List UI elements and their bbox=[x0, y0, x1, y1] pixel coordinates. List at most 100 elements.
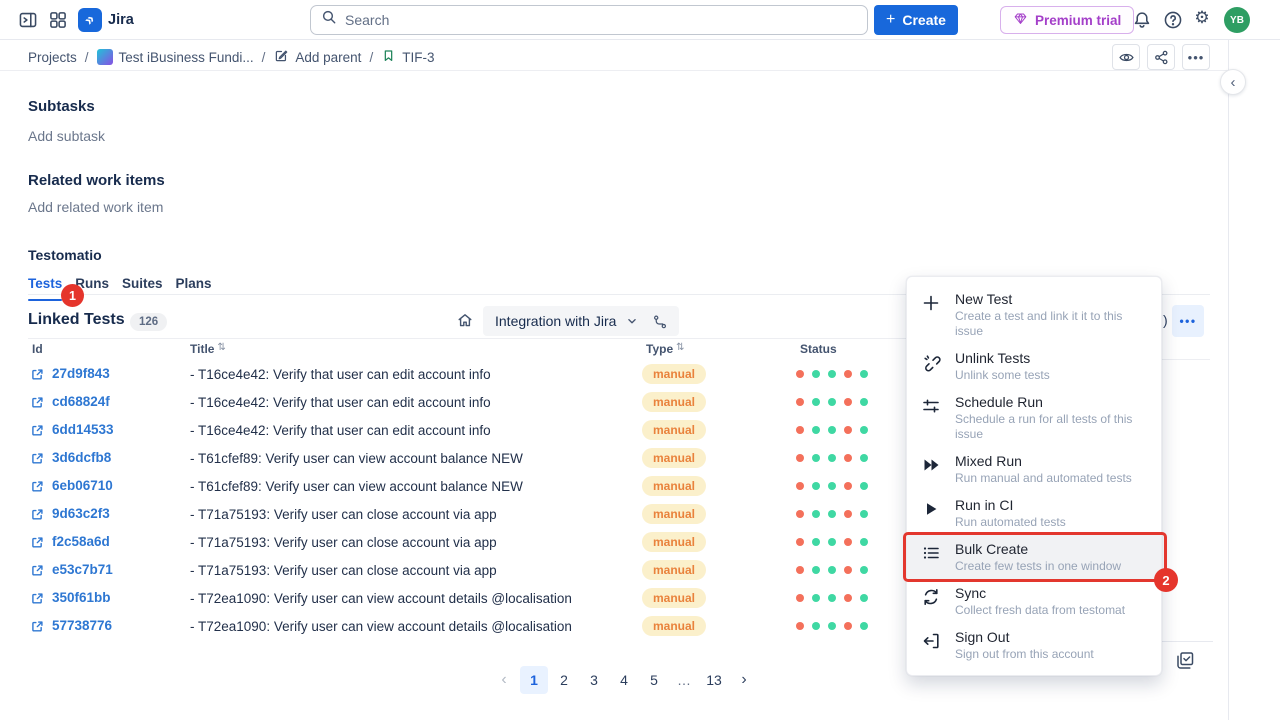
tab-plans[interactable]: Plans bbox=[176, 276, 212, 301]
jira-logo-icon[interactable]: » bbox=[78, 8, 102, 32]
project-filter-dropdown[interactable]: Integration with Jira bbox=[483, 306, 679, 336]
external-link-icon[interactable] bbox=[30, 535, 45, 550]
external-link-icon[interactable] bbox=[30, 367, 45, 382]
add-parent-button[interactable]: Add parent bbox=[273, 48, 361, 67]
pagination-ellipsis: … bbox=[670, 666, 698, 694]
external-link-icon[interactable] bbox=[30, 451, 45, 466]
external-link-icon[interactable] bbox=[30, 591, 45, 606]
status-dot-red bbox=[844, 426, 852, 434]
test-id-link[interactable]: 57738776 bbox=[52, 618, 112, 633]
status-dot-red bbox=[796, 510, 804, 518]
menu-item-new-test[interactable]: New TestCreate a test and link it it to … bbox=[907, 285, 1161, 344]
status-dot-red bbox=[796, 482, 804, 490]
status-dot-green bbox=[860, 454, 868, 462]
premium-trial-button[interactable]: Premium trial bbox=[1000, 6, 1134, 34]
external-link-icon[interactable] bbox=[30, 619, 45, 634]
testomatio-more-button-active[interactable]: ••• bbox=[1172, 305, 1204, 337]
edit-icon bbox=[273, 48, 289, 67]
branch-icon[interactable] bbox=[652, 314, 667, 329]
status-dot-green bbox=[828, 370, 836, 378]
pagination-page-2[interactable]: 2 bbox=[550, 666, 578, 694]
test-id-link[interactable]: e53c7b71 bbox=[52, 562, 113, 577]
collapse-panel-button[interactable]: ‹ bbox=[1220, 69, 1246, 95]
sidebar-toggle-icon[interactable] bbox=[18, 10, 38, 30]
settings-gear-icon[interactable]: ⚙ bbox=[1192, 8, 1212, 28]
app-switcher-icon[interactable] bbox=[48, 10, 68, 30]
more-actions-button[interactable]: ••• bbox=[1182, 44, 1210, 70]
sync-icon bbox=[921, 584, 943, 607]
diamond-icon bbox=[1013, 11, 1028, 29]
menu-item-unlink-tests[interactable]: Unlink TestsUnlink some tests bbox=[907, 344, 1161, 388]
jira-issue-page: » Jira + Create Premium trial ⚙ YB bbox=[0, 0, 1280, 720]
breadcrumb-issue-key[interactable]: TIF-3 bbox=[381, 48, 434, 66]
testomatio-tabs: TestsRunsSuitesPlans bbox=[28, 276, 212, 301]
breadcrumb-project[interactable]: Test iBusiness Fundi... bbox=[97, 49, 254, 65]
global-search[interactable] bbox=[310, 5, 868, 35]
search-input[interactable] bbox=[345, 12, 857, 28]
menu-item-run-in-ci[interactable]: Run in CIRun automated tests bbox=[907, 491, 1161, 535]
test-id-link[interactable]: f2c58a6d bbox=[52, 534, 110, 549]
pagination-page-4[interactable]: 4 bbox=[610, 666, 638, 694]
external-link-icon[interactable] bbox=[30, 479, 45, 494]
home-icon[interactable] bbox=[456, 311, 474, 329]
right-panel-divider bbox=[1228, 40, 1229, 720]
pagination-page-3[interactable]: 3 bbox=[580, 666, 608, 694]
status-dot-red bbox=[796, 566, 804, 574]
search-icon bbox=[321, 9, 338, 31]
status-dot-green bbox=[812, 538, 820, 546]
menu-item-bulk-create[interactable]: Bulk CreateCreate few tests in one windo… bbox=[907, 535, 1161, 579]
watch-button[interactable] bbox=[1112, 44, 1140, 70]
test-type-badge: manual bbox=[642, 504, 706, 524]
test-id-link[interactable]: 350f61bb bbox=[52, 590, 111, 605]
share-button[interactable] bbox=[1147, 44, 1175, 70]
tab-suites[interactable]: Suites bbox=[122, 276, 163, 301]
status-dot-green bbox=[812, 594, 820, 602]
test-id-link[interactable]: 27d9f843 bbox=[52, 366, 110, 381]
pagination-next-button[interactable]: › bbox=[730, 666, 758, 694]
sign-out-icon bbox=[921, 628, 943, 651]
column-status[interactable]: Status bbox=[800, 342, 837, 356]
pagination-page-5[interactable]: 5 bbox=[640, 666, 668, 694]
test-type-badge: manual bbox=[642, 364, 706, 384]
menu-item-schedule-run[interactable]: Schedule RunSchedule a run for all tests… bbox=[907, 388, 1161, 447]
column-title[interactable]: Title⇅ bbox=[190, 342, 214, 356]
pagination-prev-button[interactable]: ‹ bbox=[490, 666, 518, 694]
test-id-link[interactable]: 3d6dcfb8 bbox=[52, 450, 111, 465]
test-title: - T61cfef89: Verify user can view accoun… bbox=[190, 451, 523, 466]
column-id[interactable]: Id bbox=[32, 342, 43, 356]
chevron-down-icon bbox=[625, 314, 639, 328]
help-icon[interactable] bbox=[1163, 10, 1183, 30]
status-dot-red bbox=[796, 426, 804, 434]
menu-item-title: Sync bbox=[955, 584, 1125, 602]
test-id-link[interactable]: 6dd14533 bbox=[52, 422, 114, 437]
pagination-page-1[interactable]: 1 bbox=[520, 666, 548, 694]
menu-item-mixed-run[interactable]: Mixed RunRun manual and automated tests bbox=[907, 447, 1161, 491]
menu-item-sign-out[interactable]: Sign OutSign out from this account bbox=[907, 623, 1161, 667]
external-link-icon[interactable] bbox=[30, 395, 45, 410]
menu-item-sync[interactable]: SyncCollect fresh data from testomat bbox=[907, 579, 1161, 623]
test-id-link[interactable]: 9d63c2f3 bbox=[52, 506, 110, 521]
column-type[interactable]: Type⇅ bbox=[646, 342, 673, 356]
add-related-work-item-button[interactable]: Add related work item bbox=[28, 199, 163, 215]
external-link-icon[interactable] bbox=[30, 423, 45, 438]
breadcrumb-projects[interactable]: Projects bbox=[28, 50, 77, 65]
test-title: - T16ce4e42: Verify that user can edit a… bbox=[190, 367, 491, 382]
user-avatar[interactable]: YB bbox=[1224, 7, 1250, 33]
create-button[interactable]: + Create bbox=[874, 5, 958, 35]
multi-select-check-icon[interactable] bbox=[1175, 650, 1195, 670]
test-status-dots bbox=[796, 510, 868, 518]
external-link-icon[interactable] bbox=[30, 507, 45, 522]
linked-tests-count-badge: 126 bbox=[130, 313, 167, 331]
external-link-icon[interactable] bbox=[30, 563, 45, 578]
menu-item-subtitle: Sign out from this account bbox=[955, 647, 1094, 662]
tab-tests[interactable]: Tests bbox=[28, 276, 62, 301]
status-dot-red bbox=[844, 398, 852, 406]
add-subtask-button[interactable]: Add subtask bbox=[28, 128, 105, 144]
test-id-link[interactable]: 6eb06710 bbox=[52, 478, 113, 493]
test-id-link[interactable]: cd68824f bbox=[52, 394, 110, 409]
pagination-page-13[interactable]: 13 bbox=[700, 666, 728, 694]
breadcrumb: Projects / Test iBusiness Fundi... / Add… bbox=[28, 46, 434, 68]
test-title: - T16ce4e42: Verify that user can edit a… bbox=[190, 395, 491, 410]
notifications-bell-icon[interactable] bbox=[1132, 10, 1152, 30]
menu-item-subtitle: Run manual and automated tests bbox=[955, 471, 1132, 486]
